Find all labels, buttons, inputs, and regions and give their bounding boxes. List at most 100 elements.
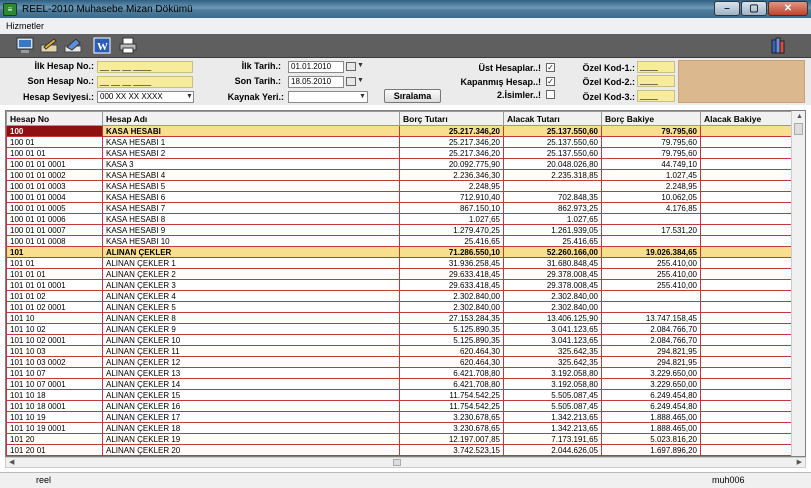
cell-borc-tutari: 2.302.840,00 — [399, 290, 504, 302]
calendar-icon[interactable] — [346, 62, 356, 71]
table-row[interactable]: 101 01 ALINAN ÇEKLER 1 31.936.258,45 31.680… — [6, 257, 793, 269]
table-row[interactable]: 100 01 01 0008 KASA HESABI 10 25.416,65 25.… — [6, 235, 793, 247]
table-header-row: Hesap No Hesap Adı Borç Tutarı Alacak Tu… — [6, 111, 793, 126]
cell-borc-bakiye: 2.084.766,70 — [601, 334, 701, 346]
table-row[interactable]: 101 01 01 0001 ALINAN ÇEKLER 3 29.633.418,… — [6, 279, 793, 291]
table-row[interactable]: 100 01 01 0001 KASA 3 20.092.775,90 20.048.… — [6, 158, 793, 170]
books-icon[interactable] — [770, 37, 788, 54]
cell-hesap-no: 100 01 01 0008 — [6, 235, 103, 247]
cell-alacak-bakiye — [700, 356, 793, 368]
cell-hesap-no: 101 01 — [6, 257, 103, 269]
table-row[interactable]: 100 01 KASA HESABI 1 25.217.346,20 25.137.5… — [6, 136, 793, 148]
isimler-checkbox[interactable] — [546, 90, 555, 99]
ilk-hesap-input[interactable]: __ __ __ ____ — [97, 61, 193, 73]
cell-alacak-bakiye — [700, 191, 793, 203]
chevron-down-icon[interactable]: ▼ — [357, 77, 364, 84]
table-row[interactable]: 101 10 07 0001 ALINAN ÇEKLER 14 6.421.708,… — [6, 378, 793, 390]
table-group-row[interactable]: 100 KASA HESABI 25.217.346,20 25.137.550,60… — [6, 125, 793, 137]
cell-borc-bakiye: 79.795,60 — [601, 136, 701, 148]
table-row[interactable]: 101 01 02 0001 ALINAN ÇEKLER 5 2.302.840,0… — [6, 301, 793, 313]
cell-hesap-adi: ALINAN ÇEKLER 5 — [102, 301, 400, 313]
siralama-button[interactable]: Sıralama — [384, 89, 441, 103]
ust-hesaplar-checkbox[interactable]: ✓ — [546, 63, 555, 72]
cell-borc-tutari: 6.421.708,80 — [399, 378, 504, 390]
cell-alacak-bakiye — [700, 235, 793, 247]
kaynak-yeri-select[interactable] — [288, 91, 368, 103]
scroll-thumb[interactable] — [393, 459, 401, 466]
menu-hizmetler[interactable]: Hizmetler — [6, 21, 44, 31]
ozel-kod-2-input[interactable]: ____ — [637, 75, 675, 87]
printer-icon[interactable] — [119, 37, 137, 54]
cell-hesap-adi: ALINAN ÇEKLER 9 — [102, 323, 400, 335]
table-row[interactable]: 101 10 18 0001 ALINAN ÇEKLER 16 11.754.542… — [6, 400, 793, 412]
close-button[interactable]: ✕ — [768, 1, 808, 16]
cell-borc-tutari: 3.230.678,65 — [399, 411, 504, 423]
table-row[interactable]: 101 10 02 0001 ALINAN ÇEKLER 10 5.125.890,… — [6, 334, 793, 346]
scroll-thumb[interactable] — [794, 123, 803, 135]
cell-alacak-bakiye — [700, 224, 793, 236]
cell-borc-tutari: 29.633.418,45 — [399, 268, 504, 280]
table-row[interactable]: 101 10 19 0001 ALINAN ÇEKLER 18 3.230.678,… — [6, 422, 793, 434]
son-hesap-input[interactable]: __ __ __ ____ — [97, 76, 193, 88]
table-row[interactable]: 101 10 03 ALINAN ÇEKLER 11 620.464,30 325.6… — [6, 345, 793, 357]
col-alacak-tutari[interactable]: Alacak Tutarı — [503, 111, 602, 126]
calendar-icon[interactable] — [346, 77, 356, 86]
table-row[interactable]: 100 01 01 0006 KASA HESABI 8 1.027,65 1.027… — [6, 213, 793, 225]
col-hesap-adi[interactable]: Hesap Adı — [102, 111, 400, 126]
table-row[interactable]: 100 01 01 KASA HESABI 2 25.217.346,20 25.13… — [6, 147, 793, 159]
table-row[interactable]: 100 01 01 0007 KASA HESABI 9 1.279.470,25 1… — [6, 224, 793, 236]
son-hesap-label: Son Hesap No.: — [27, 76, 94, 86]
cell-alacak-bakiye — [700, 345, 793, 357]
scroll-left-icon[interactable]: ◀ — [9, 458, 14, 466]
ozel-kod-1-input[interactable]: ____ — [637, 61, 675, 73]
col-borc-bakiye[interactable]: Borç Bakiye — [601, 111, 701, 126]
kapanmis-hesap-checkbox[interactable]: ✓ — [546, 77, 555, 86]
table-row[interactable]: 100 01 01 0003 KASA HESABI 5 2.248,95 2.248… — [6, 180, 793, 192]
scroll-right-icon[interactable]: ▶ — [797, 458, 802, 466]
col-borc-tutari[interactable]: Borç Tutarı — [399, 111, 504, 126]
table-row[interactable]: 101 01 01 ALINAN ÇEKLER 2 29.633.418,45 29.… — [6, 268, 793, 280]
table-row[interactable]: 101 10 03 0002 ALINAN ÇEKLER 12 620.464,30… — [6, 356, 793, 368]
ilk-tarih-input[interactable]: 01.01.2010 — [288, 61, 344, 73]
ozel-kod-3-input[interactable]: ____ — [637, 90, 675, 102]
table-row[interactable]: 101 10 02 ALINAN ÇEKLER 9 5.125.890,35 3.04… — [6, 323, 793, 335]
scroll-up-icon[interactable]: ▲ — [796, 113, 803, 120]
cell-hesap-no: 100 01 01 0006 — [6, 213, 103, 225]
pencil-icon[interactable] — [40, 37, 58, 54]
chevron-down-icon[interactable]: ▼ — [357, 62, 364, 69]
table-group-row[interactable]: 101 ALINAN ÇEKLER 71.286.550,10 52.260.166,… — [6, 246, 793, 258]
son-tarih-input[interactable]: 18.05.2010 — [288, 76, 344, 88]
cell-alacak-tutari: 2.235.318,85 — [503, 169, 602, 181]
cell-borc-bakiye: 1.697.896,20 — [601, 444, 701, 456]
table-row[interactable]: 101 10 07 ALINAN ÇEKLER 13 6.421.708,80 3.1… — [6, 367, 793, 379]
table-row[interactable]: 100 01 01 0002 KASA HESABI 4 2.236.346,30 2… — [6, 169, 793, 181]
cell-alacak-tutari: 52.260.166,00 — [503, 246, 602, 258]
cell-hesap-adi: ALINAN ÇEKLER 2 — [102, 268, 400, 280]
table-row[interactable]: 101 20 ALINAN ÇEKLER 19 12.197.007,85 7.173… — [6, 433, 793, 445]
eraser-icon[interactable] — [64, 37, 82, 54]
cell-alacak-tutari: 1.261.939,05 — [503, 224, 602, 236]
hesap-seviyesi-select[interactable]: 000 XX XX XXXX — [97, 91, 194, 103]
cell-hesap-adi: KASA HESABI 2 — [102, 147, 400, 159]
col-hesap-no[interactable]: Hesap No — [6, 111, 103, 126]
maximize-button[interactable]: ▢ — [741, 1, 767, 16]
cell-alacak-tutari: 25.137.550,60 — [503, 125, 602, 137]
table-row[interactable]: 100 01 01 0004 KASA HESABI 6 712.910,40 702… — [6, 191, 793, 203]
vertical-scrollbar[interactable]: ▲ — [791, 111, 805, 456]
horizontal-scrollbar[interactable]: ◀ ▶ — [5, 457, 806, 468]
table-row[interactable]: 101 10 19 ALINAN ÇEKLER 17 3.230.678,65 1.3… — [6, 411, 793, 423]
word-icon[interactable]: W — [93, 37, 111, 54]
table-row[interactable]: 101 10 ALINAN ÇEKLER 8 27.153.284,35 13.406… — [6, 312, 793, 324]
table-row[interactable]: 101 01 02 ALINAN ÇEKLER 4 2.302.840,00 2.30… — [6, 290, 793, 302]
cell-alacak-tutari: 2.302.840,00 — [503, 290, 602, 302]
table-row[interactable]: 100 01 01 0005 KASA HESABI 7 867.150,10 862… — [6, 202, 793, 214]
cell-alacak-bakiye — [700, 213, 793, 225]
table-row[interactable]: 101 20 01 ALINAN ÇEKLER 20 3.742.523,15 2.0… — [6, 444, 793, 456]
cell-hesap-adi: ALINAN ÇEKLER 12 — [102, 356, 400, 368]
cell-borc-bakiye: 1.888.465,00 — [601, 411, 701, 423]
col-alacak-bakiye[interactable]: Alacak Bakiye — [700, 111, 793, 126]
computer-icon[interactable] — [16, 37, 34, 54]
table-row[interactable]: 101 10 18 ALINAN ÇEKLER 15 11.754.542,25 5.… — [6, 389, 793, 401]
minimize-button[interactable]: – — [714, 1, 740, 16]
cell-borc-bakiye: 255.410,00 — [601, 279, 701, 291]
